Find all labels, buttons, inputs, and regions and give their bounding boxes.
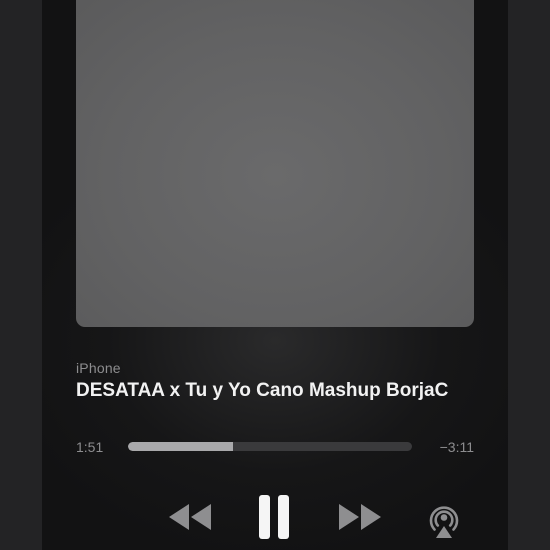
- rewind-icon[interactable]: [167, 503, 213, 531]
- elapsed-time: 1:51: [76, 439, 104, 455]
- device-bezel-left: [0, 0, 42, 550]
- album-artwork-placeholder: [76, 0, 474, 327]
- now-playing-screen: iPhone DESATAA x Tu y Yo Cano Mashup Bor…: [0, 0, 550, 550]
- remaining-time: −3:11: [439, 439, 474, 455]
- fast-forward-icon[interactable]: [337, 503, 383, 531]
- pause-icon[interactable]: [256, 494, 292, 540]
- progress-scrubber[interactable]: [128, 442, 412, 451]
- device-bezel-right: [508, 0, 550, 550]
- airplay-icon[interactable]: [424, 500, 464, 540]
- output-device-label: iPhone: [76, 360, 121, 376]
- track-title: DESATAA x Tu y Yo Cano Mashup BorjaC: [76, 380, 449, 401]
- player-panel: iPhone DESATAA x Tu y Yo Cano Mashup Bor…: [42, 0, 508, 550]
- progress-fill: [128, 442, 234, 451]
